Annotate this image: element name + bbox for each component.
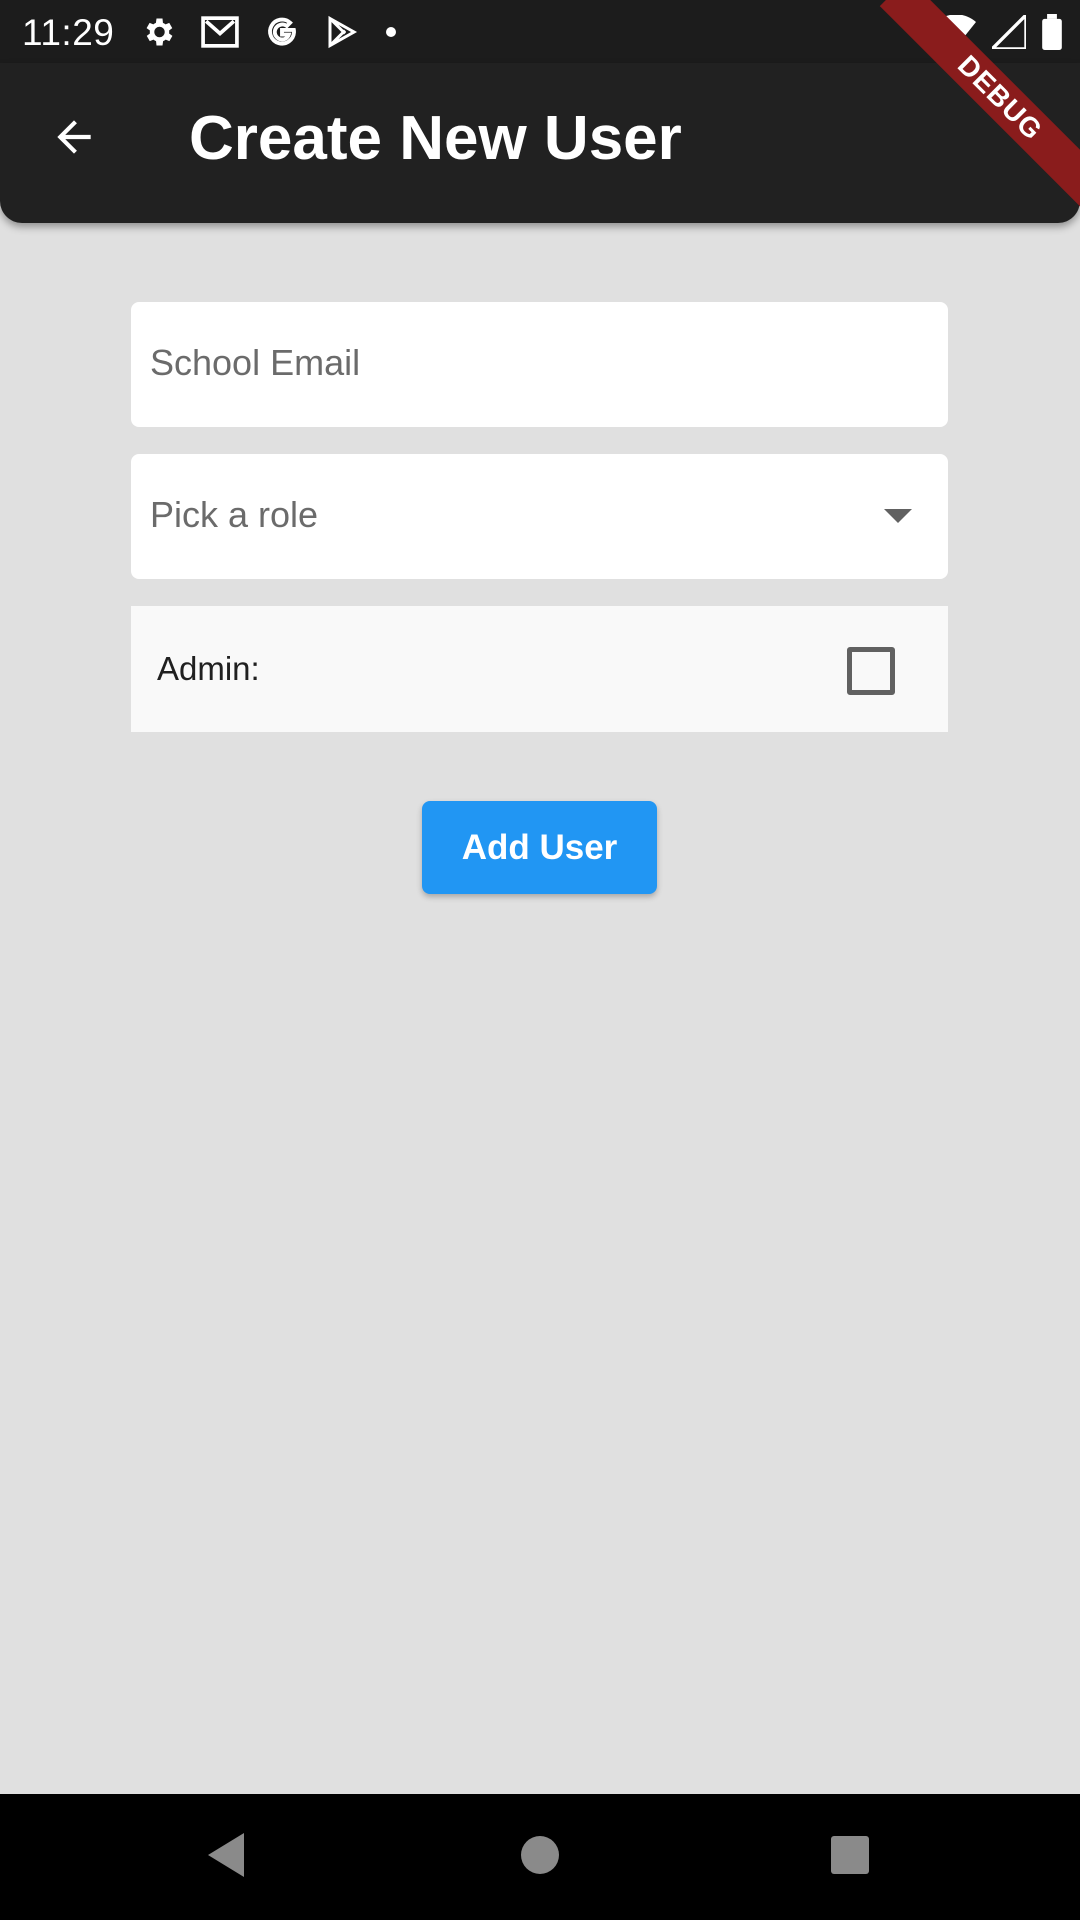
nav-home-icon	[519, 1834, 561, 1881]
status-time: 11:29	[22, 12, 115, 53]
back-button[interactable]	[36, 101, 112, 177]
play-store-icon	[324, 14, 360, 50]
nav-bar	[0, 1794, 1080, 1920]
dot-icon	[384, 14, 398, 50]
battery-icon	[1042, 14, 1062, 50]
signal-icon	[992, 15, 1026, 49]
role-placeholder: Pick a role	[150, 494, 319, 535]
admin-checkbox[interactable]	[847, 647, 895, 695]
settings-icon	[140, 14, 176, 50]
app-bar: Create New User	[0, 63, 1080, 223]
add-user-button[interactable]: Add User	[422, 801, 657, 894]
page-title: Create New User	[189, 104, 682, 173]
notification-icons	[140, 12, 422, 52]
arrow-back-icon	[49, 112, 99, 167]
nav-recents-button[interactable]	[790, 1794, 910, 1920]
dropdown-arrow-icon	[884, 509, 912, 523]
nav-recents-icon	[830, 1835, 870, 1880]
role-dropdown[interactable]: Pick a role	[131, 454, 948, 579]
email-placeholder: School Email	[150, 342, 361, 383]
admin-label: Admin:	[157, 650, 260, 687]
nav-home-button[interactable]	[480, 1794, 600, 1920]
google-icon	[264, 14, 300, 50]
nav-back-button[interactable]	[166, 1794, 286, 1920]
email-field[interactable]: School Email	[131, 302, 948, 427]
gmail-icon	[200, 14, 240, 50]
admin-row: Admin:	[131, 606, 948, 732]
nav-back-icon	[204, 1831, 248, 1884]
